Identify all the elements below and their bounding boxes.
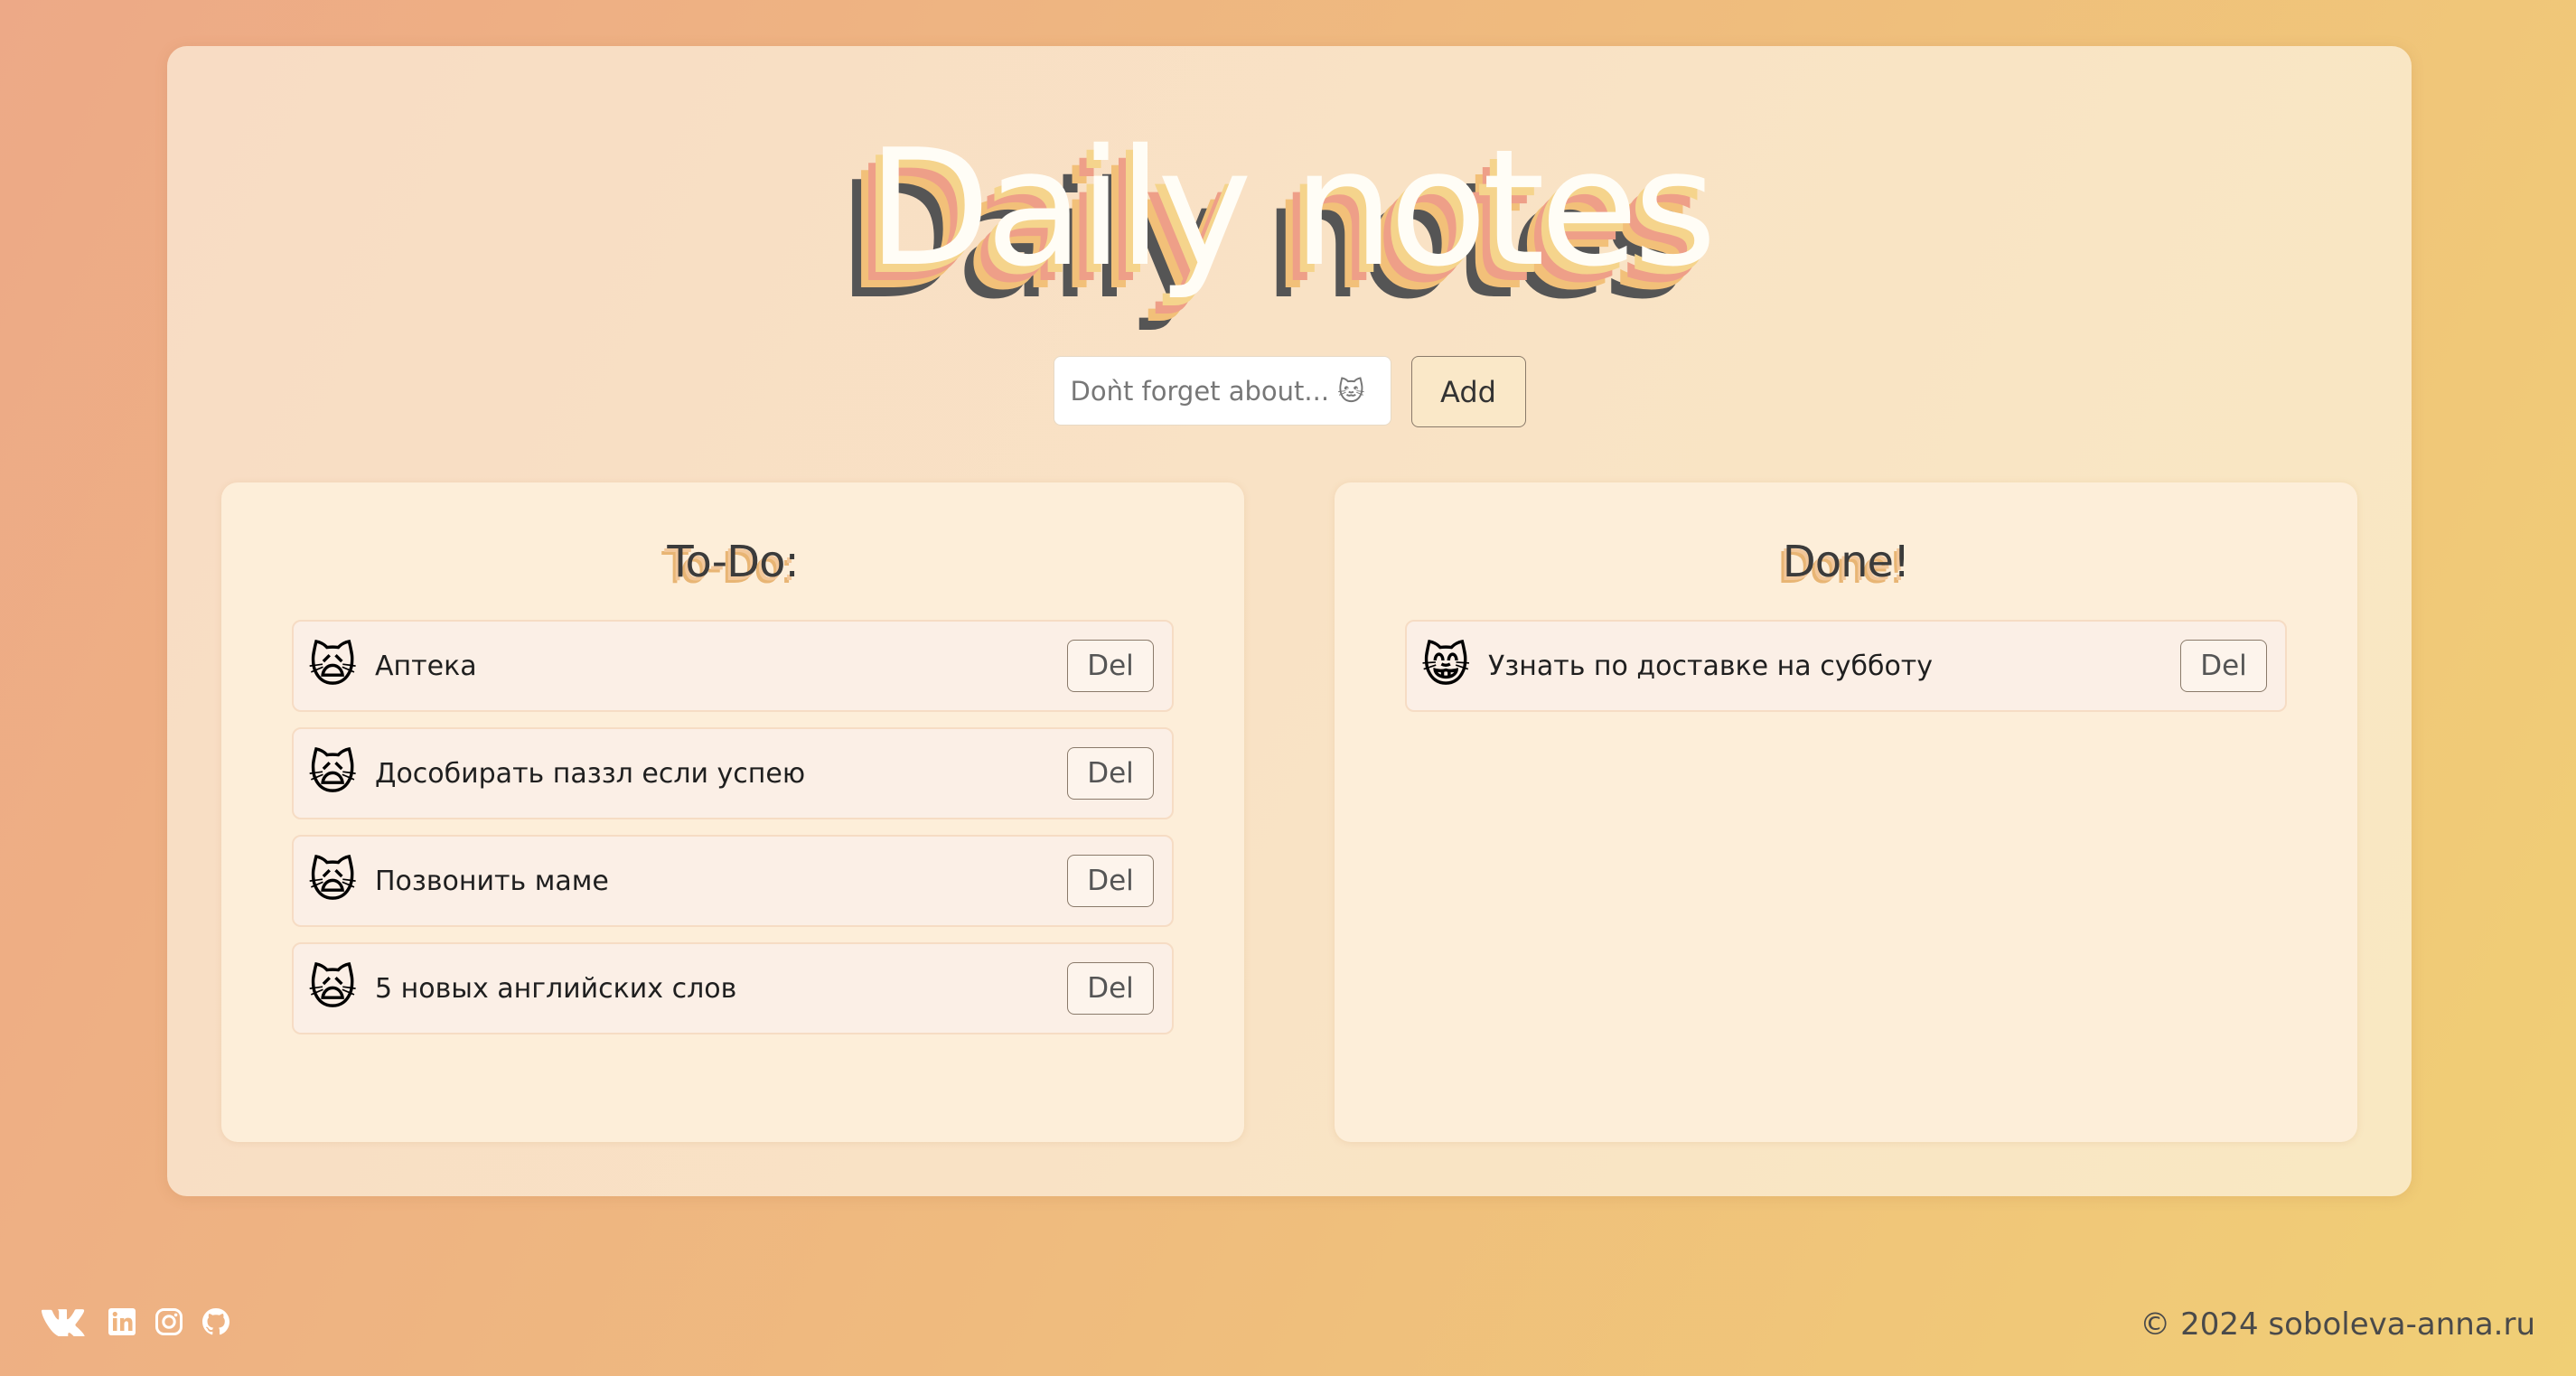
delete-button[interactable]: Del	[1067, 747, 1154, 800]
delete-button[interactable]: Del	[1067, 640, 1154, 692]
task-label: Дособирать паззл если успею	[375, 757, 806, 790]
scared-cat-icon: 🙀	[308, 639, 358, 693]
todo-title: To-Do:	[667, 537, 799, 587]
page-title: Daily notes	[866, 115, 1718, 302]
scared-cat-icon: 🙀	[308, 854, 358, 908]
done-title: Done!	[1782, 537, 1911, 587]
add-task-form: Add	[167, 356, 2412, 428]
add-button[interactable]: Add	[1410, 356, 1526, 427]
todo-item[interactable]: 🙀 Аптека Del	[292, 620, 1174, 712]
linkedin-icon[interactable]	[108, 1307, 136, 1336]
task-label: Позвонить маме	[375, 865, 609, 897]
header: Daily notes	[167, 100, 2412, 335]
todo-item[interactable]: 🙀 Дособирать паззл если успею Del	[292, 727, 1174, 819]
done-item[interactable]: 😸 Узнать по доставке на субботу Del	[1405, 620, 2287, 712]
delete-button[interactable]: Del	[1067, 962, 1154, 1015]
smiling-cat-icon: 😸	[1421, 639, 1471, 693]
todo-item[interactable]: 🙀 Позвонить маме Del	[292, 835, 1174, 927]
task-label: Аптека	[375, 650, 477, 682]
task-label: 5 новых английских слов	[375, 972, 737, 1005]
todo-column: To-Do: 🙀 Аптека Del 🙀 Дособирать паззл е…	[221, 482, 1244, 1142]
todo-list: 🙀 Аптека Del 🙀 Дособирать паззл если усп…	[292, 620, 1174, 1050]
social-links	[41, 1307, 230, 1336]
delete-button[interactable]: Del	[2180, 640, 2267, 692]
instagram-icon[interactable]	[155, 1307, 183, 1336]
todo-item[interactable]: 🙀 5 новых английских слов Del	[292, 942, 1174, 1034]
copyright-text: © 2024 soboleva-anna.ru	[2140, 1306, 2535, 1343]
done-column: Done! 😸 Узнать по доставке на субботу De…	[1335, 482, 2357, 1142]
done-list: 😸 Узнать по доставке на субботу Del	[1405, 620, 2287, 727]
scared-cat-icon: 🙀	[308, 746, 358, 800]
delete-button[interactable]: Del	[1067, 855, 1154, 907]
scared-cat-icon: 🙀	[308, 961, 358, 1016]
vk-icon[interactable]	[41, 1307, 89, 1336]
app-container: Daily notes Add To-Do: 🙀 Аптека Del 🙀 До…	[167, 46, 2412, 1196]
task-label: Узнать по доставке на субботу	[1488, 650, 1934, 682]
task-input[interactable]	[1053, 356, 1391, 426]
github-icon[interactable]	[201, 1307, 230, 1336]
